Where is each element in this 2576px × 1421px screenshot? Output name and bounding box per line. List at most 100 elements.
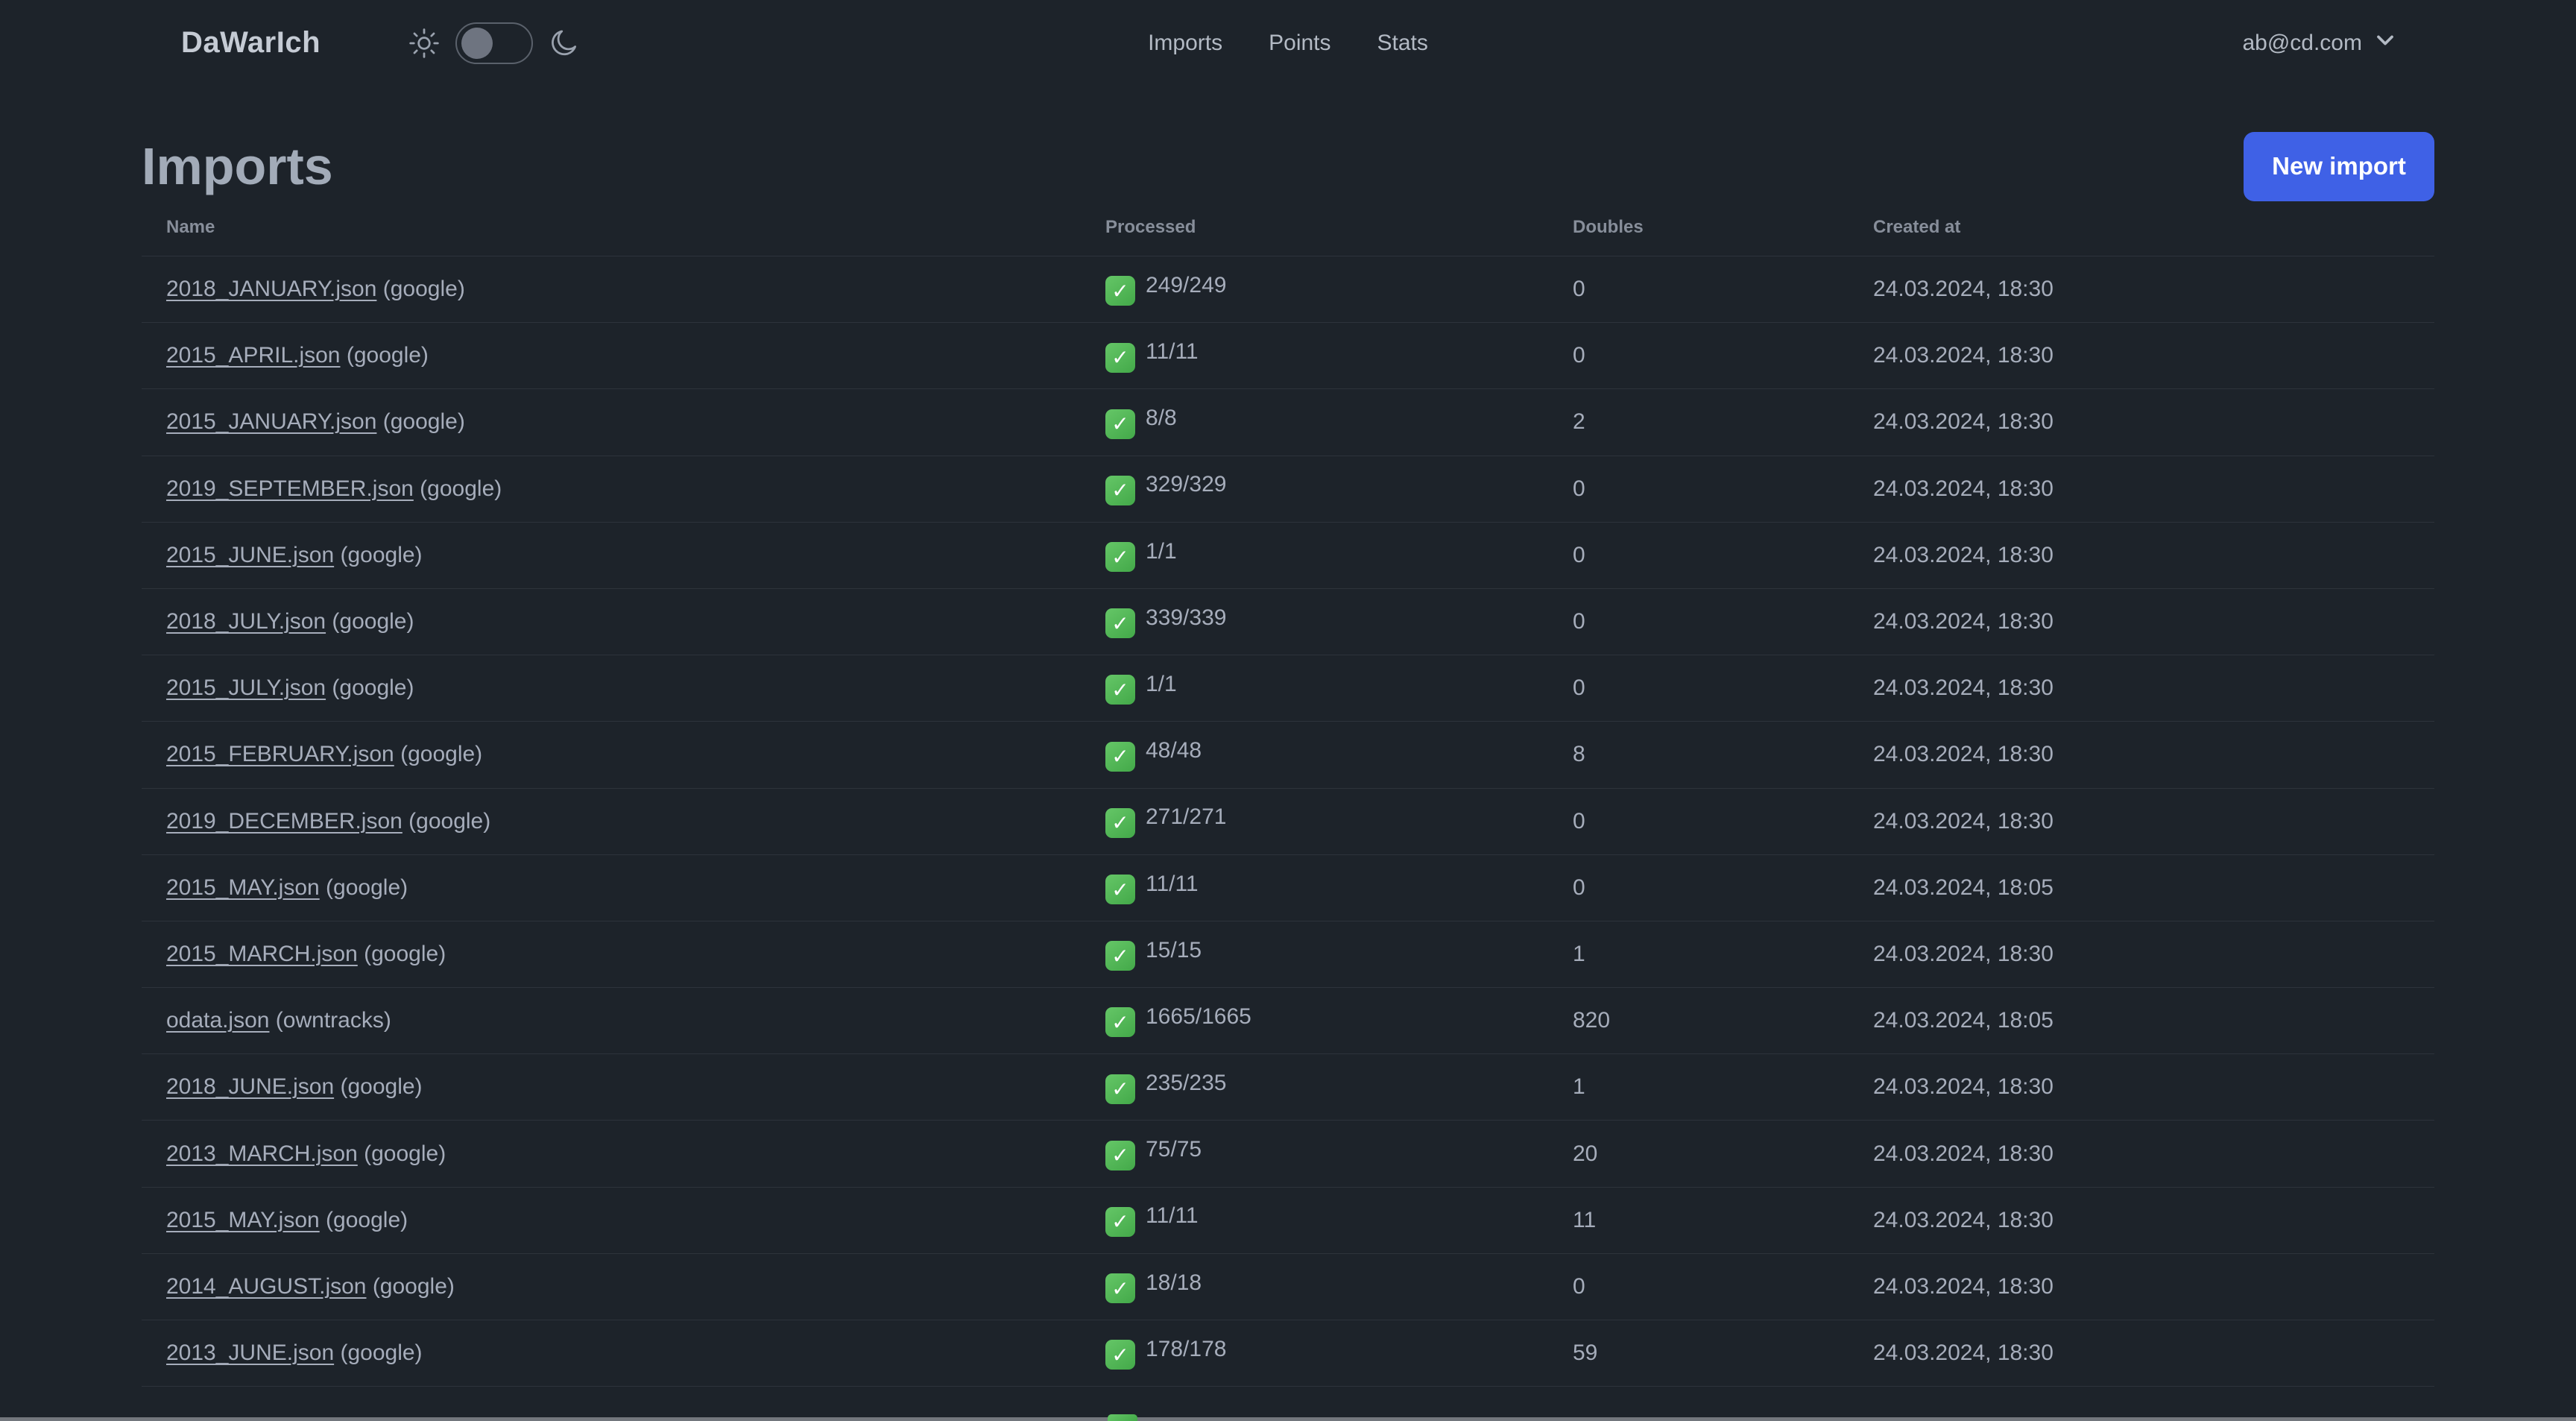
import-file-link[interactable]: 2018_JANUARY.json [166, 277, 376, 301]
partial-row-check-icon [1108, 1414, 1137, 1421]
processed-count: 8/8 [1146, 406, 1177, 431]
import-file-link[interactable]: 2015_JUNE.json [166, 543, 334, 567]
theme-toggle-group [408, 22, 581, 64]
processed-cell: ✓ 48/48 [1081, 721, 1548, 789]
doubles-cell: 59 [1548, 1320, 1849, 1387]
processed-count: 235/235 [1146, 1071, 1227, 1096]
success-check-icon: ✓ [1105, 1140, 1135, 1170]
theme-toggle-switch[interactable] [455, 22, 534, 64]
created-at-cell: 24.03.2024, 18:30 [1849, 256, 2434, 324]
app-brand[interactable]: DaWarIch [181, 26, 321, 60]
import-file-link[interactable]: 2019_SEPTEMBER.json [166, 476, 414, 501]
table-row: 2015_JANUARY.json (google) ✓ 8/8 2 24.03.… [142, 388, 2434, 456]
success-check-icon: ✓ [1105, 941, 1135, 971]
name-cell: 2018_JUNE.json (google) [142, 1053, 1081, 1121]
success-check-icon: ✓ [1105, 1074, 1135, 1104]
doubles-cell: 0 [1548, 854, 1849, 921]
processed-cell: ✓ 329/329 [1081, 456, 1548, 523]
success-check-icon: ✓ [1105, 276, 1135, 306]
processed-count: 271/271 [1146, 804, 1227, 830]
name-cell: odata.json (owntracks) [142, 987, 1081, 1055]
doubles-cell: 20 [1548, 1120, 1849, 1188]
processed-cell: ✓ 18/18 [1081, 1253, 1548, 1321]
success-check-icon: ✓ [1105, 542, 1135, 573]
import-file-link[interactable]: 2015_JANUARY.json [166, 409, 376, 434]
processed-count: 11/11 [1146, 339, 1199, 365]
table-row: 2018_JULY.json (google) ✓ 339/339 0 24.03… [142, 588, 2434, 656]
created-at-cell: 24.03.2024, 18:30 [1849, 1187, 2434, 1254]
created-at-cell: 24.03.2024, 18:30 [1849, 1053, 2434, 1121]
doubles-cell: 820 [1548, 987, 1849, 1055]
theme-toggle-knob[interactable] [461, 27, 493, 59]
processed-cell: ✓ 1/1 [1081, 522, 1548, 589]
created-at-cell: 24.03.2024, 18:30 [1849, 322, 2434, 390]
name-cell: 2015_FEBRUARY.json (google) [142, 721, 1081, 789]
processed-cell: ✓ 249/249 [1081, 256, 1548, 324]
doubles-cell: 1 [1548, 1053, 1849, 1121]
header-doubles: Doubles [1548, 204, 1849, 256]
user-menu[interactable]: ab@cd.com [2242, 28, 2398, 59]
processed-cell: ✓ 75/75 [1081, 1120, 1548, 1188]
processed-cell: ✓ 11/11 [1081, 322, 1548, 390]
new-import-button[interactable]: New import [2244, 131, 2434, 201]
imports-page: Imports New import Name Processed Double… [0, 86, 2576, 1387]
doubles-cell: 0 [1548, 256, 1849, 324]
import-file-link[interactable]: 2015_MARCH.json [166, 942, 358, 966]
created-at-cell: 24.03.2024, 18:30 [1849, 655, 2434, 722]
import-file-link[interactable]: 2015_FEBRUARY.json [166, 742, 394, 766]
import-file-link[interactable]: 2013_MARCH.json [166, 1141, 358, 1166]
doubles-cell: 8 [1548, 721, 1849, 789]
created-at-cell: 24.03.2024, 18:30 [1849, 588, 2434, 656]
import-file-link[interactable]: 2015_JULY.json [166, 675, 326, 700]
table-row: 2013_JUNE.json (google) ✓ 178/178 59 24.0… [142, 1320, 2434, 1387]
import-source-label: (google) [394, 742, 483, 767]
import-file-link[interactable]: 2015_MAY.json [166, 1208, 320, 1232]
table-row: 2015_JULY.json (google) ✓ 1/1 0 24.03.202… [142, 655, 2434, 722]
name-cell: 2019_SEPTEMBER.json (google) [142, 456, 1081, 523]
success-check-icon: ✓ [1105, 1007, 1135, 1038]
import-file-link[interactable]: 2015_MAY.json [166, 875, 320, 900]
import-file-link[interactable]: 2015_APRIL.json [166, 343, 341, 368]
import-file-link[interactable]: 2018_JUNE.json [166, 1074, 334, 1099]
created-at-cell: 24.03.2024, 18:30 [1849, 388, 2434, 456]
nav-link-points[interactable]: Points [1269, 31, 1330, 56]
processed-cell: ✓ 1/1 [1081, 655, 1548, 722]
success-check-icon: ✓ [1105, 875, 1135, 905]
chevron-down-icon [2373, 28, 2398, 59]
created-at-cell: 24.03.2024, 18:05 [1849, 854, 2434, 921]
import-file-link[interactable]: 2013_JUNE.json [166, 1340, 334, 1365]
success-check-icon: ✓ [1105, 608, 1135, 639]
success-check-icon: ✓ [1105, 475, 1135, 505]
navbar: DaWarIch Imports Points Stats ab@cd.com [0, 0, 2576, 86]
nav-link-imports[interactable]: Imports [1148, 31, 1222, 56]
doubles-cell: 0 [1548, 1253, 1849, 1321]
table-row: 2018_JUNE.json (google) ✓ 235/235 1 24.03… [142, 1053, 2434, 1121]
import-source-label: (google) [402, 808, 491, 834]
header-name: Name [142, 204, 1081, 256]
import-source-label: (google) [326, 675, 414, 701]
import-source-label: (google) [334, 1340, 423, 1366]
created-at-cell: 24.03.2024, 18:05 [1849, 987, 2434, 1055]
header-created-at: Created at [1849, 204, 2434, 256]
import-file-link[interactable]: odata.json [166, 1008, 269, 1033]
table-header-row: Name Processed Doubles Created at [142, 204, 2434, 256]
header-processed: Processed [1081, 204, 1548, 256]
imports-table: Name Processed Doubles Created at 2018_J… [142, 204, 2434, 1387]
processed-cell: ✓ 1665/1665 [1081, 987, 1548, 1055]
import-file-link[interactable]: 2019_DECEMBER.json [166, 809, 402, 834]
import-file-link[interactable]: 2018_JULY.json [166, 609, 326, 634]
table-row: 2015_MARCH.json (google) ✓ 15/15 1 24.03.… [142, 921, 2434, 989]
processed-count: 18/18 [1146, 1270, 1202, 1295]
user-email: ab@cd.com [2242, 30, 2362, 55]
success-check-icon: ✓ [1105, 1206, 1135, 1237]
import-source-label: (google) [319, 875, 408, 900]
page-header: Imports New import [142, 129, 2434, 204]
import-file-link[interactable]: 2014_AUGUST.json [166, 1274, 366, 1299]
import-source-label: (google) [376, 277, 465, 302]
created-at-cell: 24.03.2024, 18:30 [1849, 1320, 2434, 1387]
processed-cell: ✓ 271/271 [1081, 788, 1548, 855]
nav-link-stats[interactable]: Stats [1377, 31, 1428, 56]
import-source-label: (google) [366, 1273, 455, 1299]
table-row: 2015_MAY.json (google) ✓ 11/11 11 24.03.2… [142, 1187, 2434, 1254]
processed-count: 15/15 [1146, 937, 1202, 962]
